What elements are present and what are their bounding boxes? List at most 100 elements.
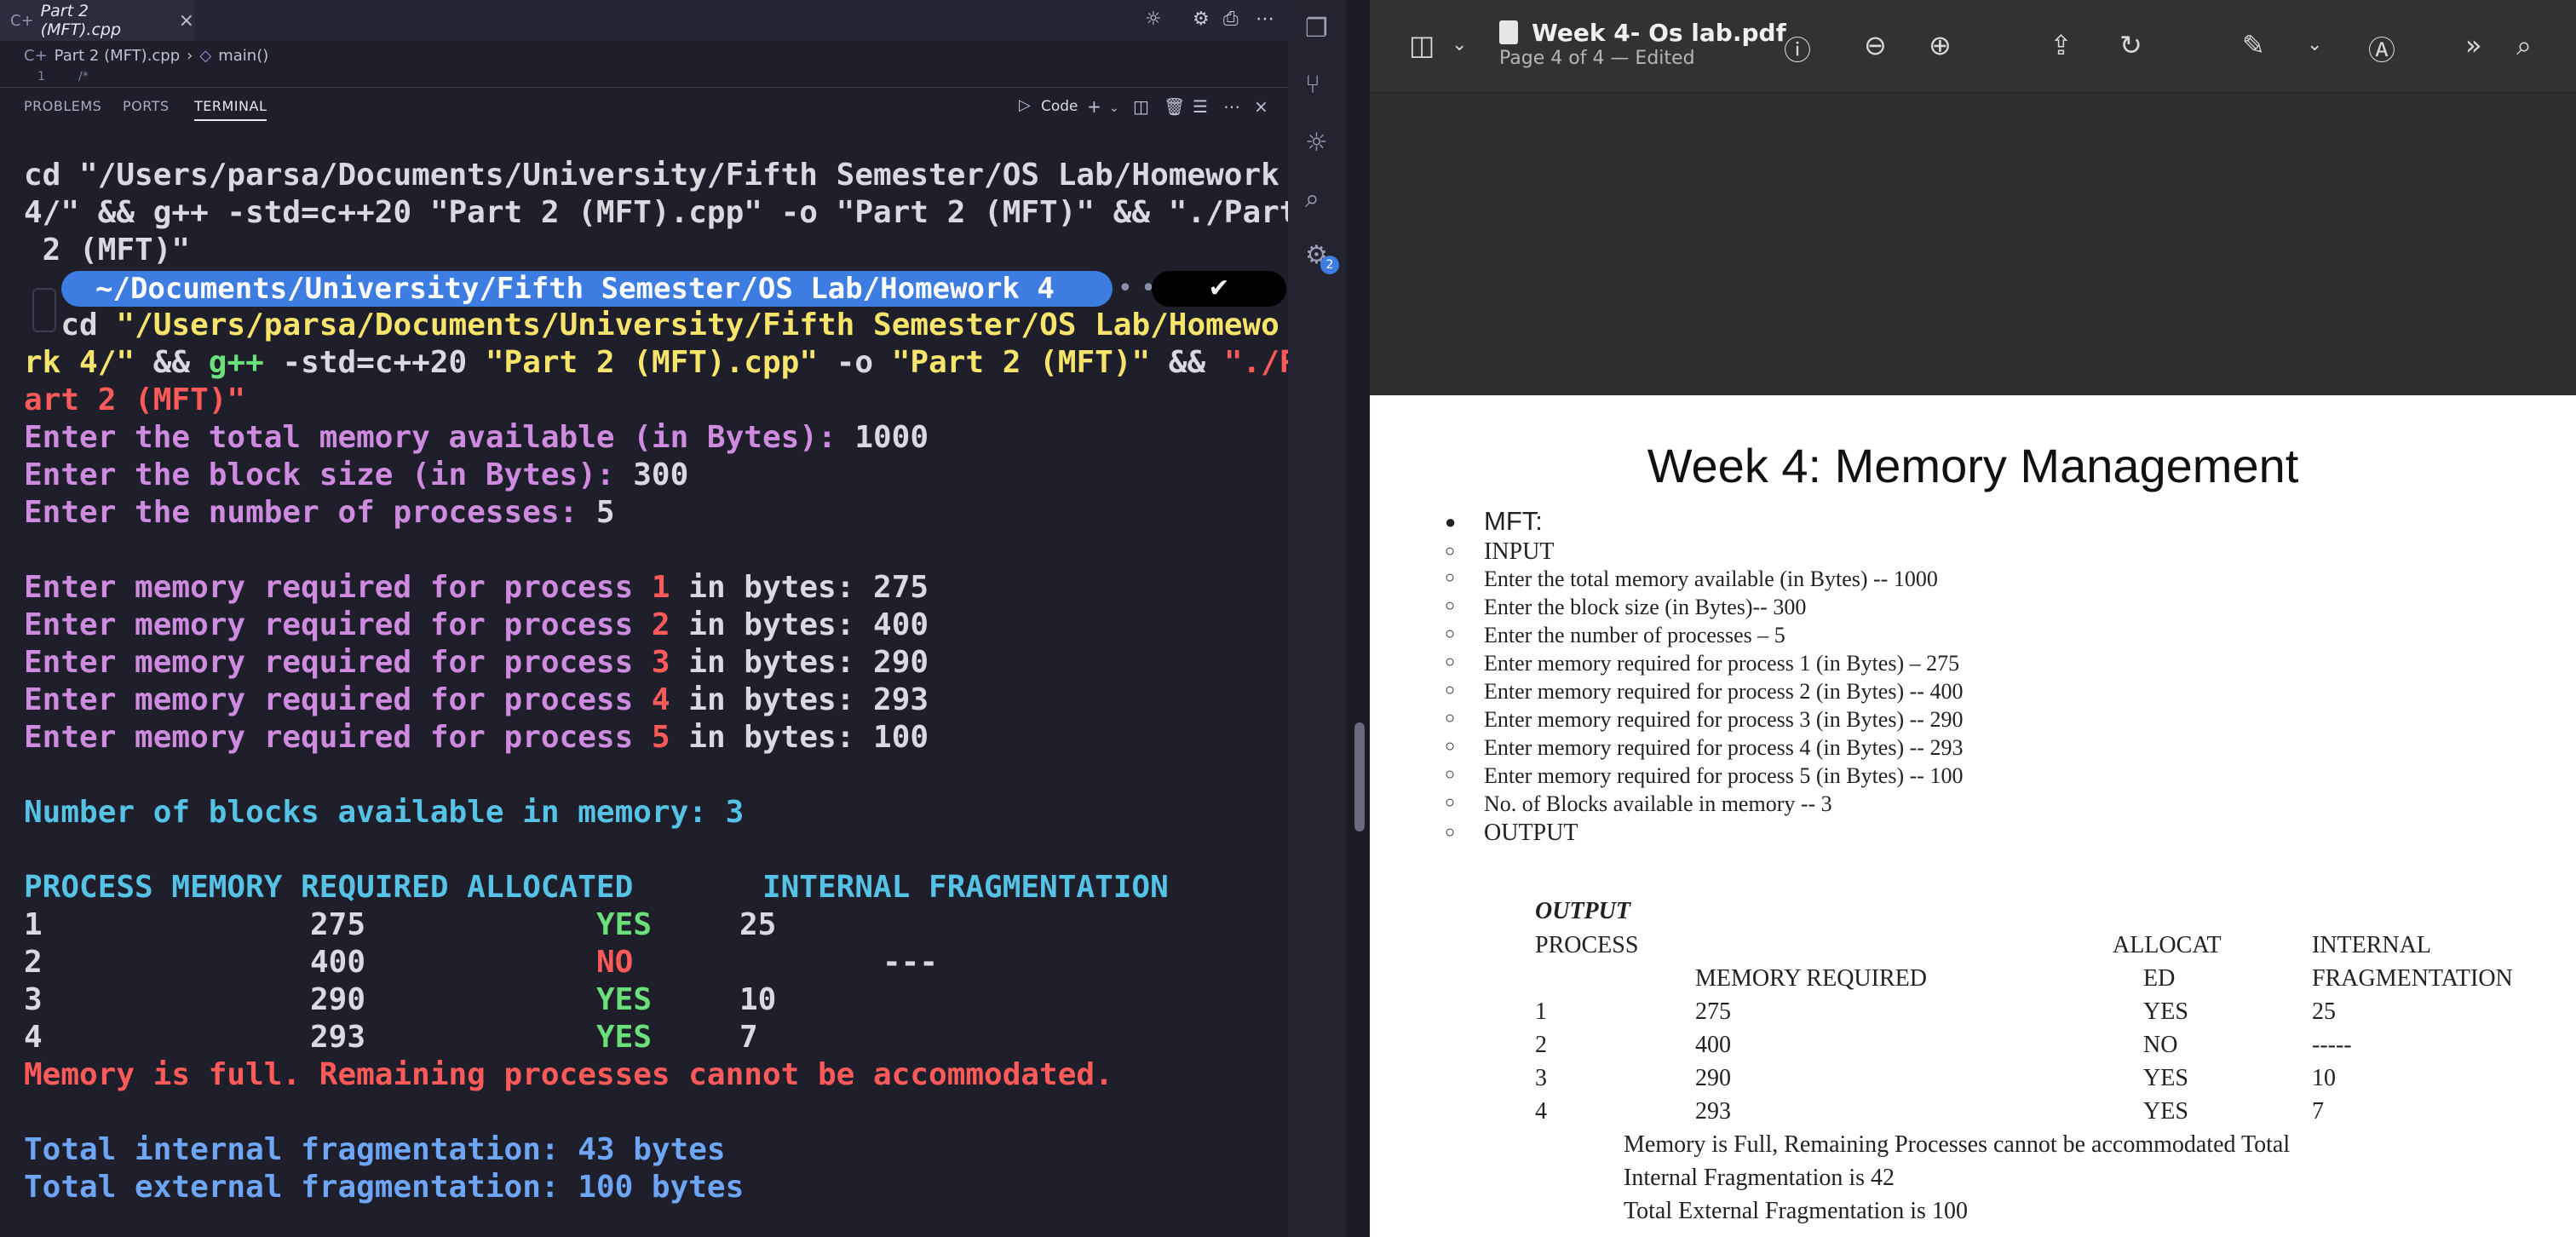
prompt-text: in bytes: [670,607,874,642]
cmd-token: rk 4/" [24,345,135,380]
chevron-down-icon[interactable]: ⌄ [1109,101,1119,115]
breadcrumb-symbol[interactable]: main() [218,47,268,65]
search-icon[interactable]: ⌕ [2516,29,2532,62]
symbol-method-icon: ◇ [199,46,212,65]
terminal-line: Enter memory required for process 2 in b… [24,607,1276,644]
prompt-text: Enter memory required for process [24,607,652,642]
cell-process: 3 [1535,1065,1547,1091]
info-icon[interactable]: ⓘ [1784,29,1811,68]
new-terminal-icon[interactable]: + [1087,96,1101,117]
source-control-icon[interactable]: ⑂ [1305,70,1320,100]
chevron-down-icon[interactable]: ⌄ [1452,34,1467,55]
split-terminal-icon[interactable]: ◫ [1133,96,1149,117]
more-panel-icon[interactable]: ⋯ [1223,96,1240,117]
cmd-token: "./P [1223,345,1298,380]
cmd-token: "Part 2 (MFT).cpp" [485,345,819,380]
editor-tab-active[interactable]: C+ Part 2 (MFT).cpp × [0,0,194,41]
close-panel-icon[interactable]: × [1254,96,1268,117]
terminal-cmd-line: 2 (MFT)" [24,233,191,268]
cmd-token: "/Users/parsa/Documents/University/Fifth… [116,308,1279,342]
terminal-line: Enter memory required for process 1 in b… [24,569,1276,607]
bullet-text: No. of Blocks available in memory -- 3 [1484,791,1832,816]
cmd-token: cd [60,308,117,342]
terminal-blank [24,532,1276,569]
col-header-fragmentation: FRAGMENTATION [2312,965,2513,992]
chevron-down-icon[interactable]: ⌄ [2307,34,2322,55]
terminal-output[interactable]: cd "/Users/parsa/Documents/University/Fi… [24,157,1298,1206]
cell-process: 2 [1535,1032,1547,1058]
search-icon[interactable]: ⌕ [1305,184,1320,214]
cell-allocated: YES [596,1020,653,1055]
preview-toolbar: ◫ ⌄ Week 4- Os lab.pdf Page 4 of 4 — Edi… [1370,0,2576,93]
close-tab-icon[interactable]: × [179,10,194,32]
cell-memory: 275 [1695,998,1731,1025]
rotate-icon[interactable]: ↻ [2119,29,2142,61]
table-row: 4 293 YES 7 [24,1019,1276,1056]
table-row: 2 400 NO --- [24,944,1276,981]
prompt-text: Enter memory required for process [24,570,652,605]
cell-process: 4 [24,1020,43,1055]
annotate-icon[interactable]: Ⓐ [2368,29,2395,68]
terminal-shell-label[interactable]: Code [1041,98,1078,115]
explorer-icon[interactable]: ❐ [1305,14,1328,43]
sidebar-toggle-icon[interactable]: ◫ [1409,29,1435,61]
bullet-circle: ○ [1445,624,1456,643]
terminal-blank [24,757,1276,794]
col-header-allocated-cont: ED [2143,965,2176,992]
more-actions-icon[interactable]: ⋯ [1256,9,1274,30]
terminal-line: Enter the total memory available (in Byt… [24,419,1276,457]
line-number: 1 [37,70,45,83]
bullet-circle: ○ [1445,737,1456,756]
document-title[interactable]: Week 4- Os lab.pdf [1532,19,1786,47]
pdf-document-icon [1499,20,1518,44]
zoom-out-icon[interactable]: ⊖ [1864,29,1887,61]
panel-layout-icon[interactable]: ☰ [1193,96,1208,117]
process-id: 5 [651,720,670,755]
cell-memory: 290 [1695,1065,1731,1091]
table-row: 1 275 YES 25 [24,906,1276,944]
terminal-cmd-line: art 2 (MFT)" [24,383,246,417]
print-icon[interactable]: ⎙ [1223,9,1239,30]
bullet-text: Enter the total memory available (in Byt… [1484,567,1938,591]
prompt-text: in bytes: [670,682,874,717]
prompt-text: Enter memory required for process [24,645,652,680]
panel-tab-bar: PROBLEMS PORTS TERMINAL ▷ Code + ⌄ ◫ 🗑 ☰… [0,87,1288,125]
cmd-token: -o [818,345,892,380]
input-value: 400 [873,607,929,642]
output-table-title: OUTPUT [1535,898,1630,924]
vscode-window: C+ Part 2 (MFT).cpp × ☼ ⚙ ⎙ ⋯ C+ Part 2 … [0,0,1346,1237]
bullet-text: Enter memory required for process 5 (in … [1484,763,1964,788]
markup-pen-icon[interactable]: ✎ [2242,29,2265,61]
bullet-text: Enter memory required for process 3 (in … [1484,707,1964,732]
more-toolbar-icon[interactable]: » [2465,29,2482,61]
input-value: 293 [873,682,929,717]
editor-tab-bar: C+ Part 2 (MFT).cpp × ☼ ⚙ ⎙ ⋯ [0,0,1288,41]
breadcrumb-file[interactable]: Part 2 (MFT).cpp [55,47,181,65]
cell-memory: 293 [1695,1098,1731,1125]
bullet-text: Enter memory required for process 2 (in … [1484,679,1964,704]
settings-gear-icon[interactable]: ⚙ [1193,9,1210,30]
cell-memory: 400 [1695,1032,1731,1058]
trash-icon[interactable]: 🗑 [1164,96,1185,117]
process-id: 1 [651,570,670,605]
cmd-token: "Part 2 (MFT)" [891,345,1151,380]
window-divider[interactable] [1346,0,1370,1237]
tab-problems[interactable]: PROBLEMS [24,98,101,114]
debug-icon[interactable]: ☼ [1145,9,1162,30]
zoom-in-icon[interactable]: ⊕ [1929,29,1952,61]
bullet-text: Enter memory required for process 4 (in … [1484,735,1964,760]
terminal-summary-line: Total external fragmentation: 100 bytes [24,1170,745,1205]
input-value: 300 [633,457,689,492]
run-debug-icon[interactable]: ☼ [1305,128,1328,158]
scrollbar-thumb[interactable] [1354,722,1365,831]
share-icon[interactable]: ⇪ [2050,29,2073,61]
summary-line: Memory is Full, Remaining Processes cann… [1624,1131,2291,1158]
tab-ports[interactable]: PORTS [123,98,170,114]
tab-title: Part 2 (MFT).cpp [40,2,122,39]
bullet-text: Enter memory required for process 1 (in … [1484,651,1960,676]
input-value: 5 [595,495,615,530]
tab-terminal[interactable]: TERMINAL [194,98,267,121]
breadcrumb: C+ Part 2 (MFT).cpp › ◇ main() [0,41,1288,70]
summary-line: Total External Fragmentation is 100 [1624,1198,1968,1224]
bullet-dot: ● [1445,511,1457,532]
